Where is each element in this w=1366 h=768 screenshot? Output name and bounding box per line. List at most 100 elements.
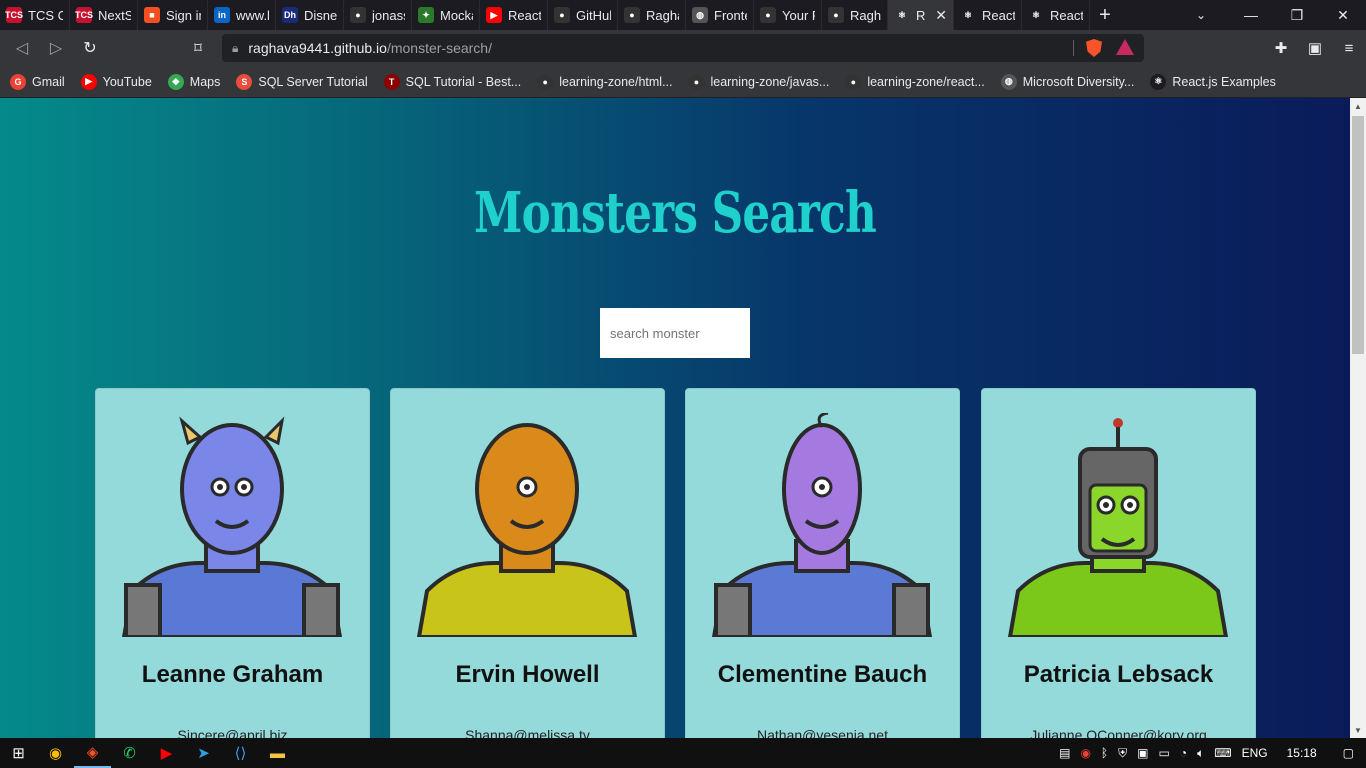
- browser-tab[interactable]: ⚛ React: [1022, 0, 1090, 30]
- github-icon: ●: [828, 7, 844, 23]
- tab-title: GitHub: [576, 7, 611, 23]
- reload-icon[interactable]: ↻: [74, 32, 106, 64]
- browser-tab[interactable]: ● jonass: [344, 0, 412, 30]
- menu-icon[interactable]: ≡: [1332, 30, 1366, 66]
- browser-tab[interactable]: ▶ React: [480, 0, 548, 30]
- monster-card: Patricia Lebsack Julianne.OConner@kory.or…: [981, 388, 1256, 738]
- whatsapp-icon[interactable]: ✆: [111, 738, 148, 768]
- monster-name: Patricia Lebsack: [1023, 661, 1214, 688]
- tcs-icon: TCS: [5, 7, 23, 23]
- monster-name: Leanne Graham: [141, 661, 324, 688]
- microsoft-icon: ■: [144, 7, 160, 23]
- notifications-icon[interactable]: ▢: [1331, 746, 1366, 760]
- browser-tab[interactable]: ● Ragha: [618, 0, 686, 30]
- bookmark-item[interactable]: ◆ Maps: [167, 73, 220, 90]
- bookmarks-bar: G Gmail ▶ YouTube ◆ Maps S SQL Server Tutorial T…: [0, 66, 1366, 98]
- browser-tab[interactable]: ⚛ Re ✕: [888, 0, 954, 30]
- address-bar[interactable]: 🔒︎ raghava9441.github.io/monster-search/: [222, 34, 1144, 62]
- monster-email: Shanna@melissa.tv: [465, 727, 590, 738]
- volume-icon[interactable]: 🔈︎: [1192, 746, 1209, 761]
- clock[interactable]: 15:18: [1273, 746, 1331, 760]
- browser-tab[interactable]: ● GitHub: [548, 0, 618, 30]
- monster-card: Clementine Bauch Nathan@yesenia.net: [685, 388, 960, 738]
- tab-title: Fronte: [714, 7, 747, 23]
- app-tray-icon[interactable]: ◉: [1075, 746, 1095, 760]
- bluetooth-icon[interactable]: ᛒ: [1096, 746, 1113, 760]
- bookmark-item[interactable]: G Gmail: [10, 73, 65, 90]
- bookmark-item[interactable]: T SQL Tutorial - Best...: [383, 73, 522, 90]
- bookmark-item[interactable]: ◍ Microsoft Diversity...: [1000, 73, 1134, 90]
- bookmark-label: SQL Tutorial - Best...: [405, 74, 522, 89]
- bookmark-item[interactable]: ⚛ React.js Examples: [1150, 73, 1276, 90]
- browser-tab[interactable]: TCS NextS: [70, 0, 138, 30]
- restore-icon[interactable]: ❐: [1274, 0, 1320, 30]
- browser-tab[interactable]: ● Ragha: [822, 0, 888, 30]
- scroll-thumb[interactable]: [1352, 116, 1364, 354]
- react-icon: ⚛: [1150, 73, 1167, 90]
- tab-title: Ragha: [850, 7, 881, 23]
- chrome-icon[interactable]: ◉: [37, 738, 74, 768]
- bookmark-item[interactable]: ● learning-zone/react...: [845, 73, 985, 90]
- close-window-icon[interactable]: ✕: [1320, 0, 1366, 30]
- language-indicator[interactable]: ENG: [1237, 746, 1273, 760]
- bookmark-label: learning-zone/react...: [867, 74, 985, 89]
- extensions-icon[interactable]: ✚: [1264, 30, 1298, 66]
- browser-tab[interactable]: in www.li: [208, 0, 276, 30]
- bookmark-item[interactable]: ● learning-zone/html...: [537, 73, 673, 90]
- brave-icon[interactable]: ◈: [74, 738, 111, 768]
- vscode-icon[interactable]: ⟨⟩: [222, 738, 259, 768]
- tab-strip: TCS TCS C TCS NextS ■ Sign in in www.li Dh Disney…: [0, 0, 1366, 30]
- globe-icon: ◍: [692, 7, 708, 23]
- tray-app-icon[interactable]: ▣: [1132, 746, 1153, 760]
- tab-title: jonass: [372, 7, 405, 23]
- telegram-icon[interactable]: ➤: [185, 738, 222, 768]
- youtube-icon[interactable]: ▶: [148, 738, 185, 768]
- tutorial-icon: T: [383, 73, 400, 90]
- browser-tab[interactable]: ⚛ React: [954, 0, 1022, 30]
- forward-icon[interactable]: ▷: [40, 32, 72, 64]
- linkedin-icon: in: [214, 7, 230, 23]
- keyboard-icon[interactable]: ⌨: [1209, 746, 1236, 760]
- google-icon: G: [10, 73, 26, 90]
- bookmark-item[interactable]: ▶ YouTube: [80, 73, 152, 90]
- page-scrollbar[interactable]: ▲ ▼: [1350, 98, 1366, 738]
- bookmark-icon[interactable]: ⌑: [188, 38, 208, 58]
- close-tab-icon[interactable]: ✕: [935, 7, 947, 24]
- search-input[interactable]: [600, 308, 750, 358]
- system-tray: ▤ ◉ ᛒ ⛨ ▣ ▭ ◔ 🔈︎ ⌨ ENG 15:18 ▢: [1054, 738, 1366, 768]
- minimize-icon[interactable]: —: [1228, 0, 1274, 30]
- browser-tab[interactable]: ■ Sign in: [138, 0, 208, 30]
- wallet-icon[interactable]: ▣: [1298, 30, 1332, 66]
- brave-shields-icon[interactable]: [1086, 39, 1102, 57]
- security-icon[interactable]: ⛨: [1113, 746, 1132, 761]
- github-icon: ●: [688, 73, 705, 90]
- browser-tab[interactable]: ◍ Fronte: [686, 0, 754, 30]
- bookmark-item[interactable]: ● learning-zone/javas...: [688, 73, 829, 90]
- browser-tab[interactable]: ● Your F: [754, 0, 822, 30]
- tcs-icon: TCS: [75, 7, 93, 23]
- file-explorer-icon[interactable]: ▬: [259, 738, 296, 768]
- windows-start-icon[interactable]: ⊞: [0, 738, 37, 768]
- brave-rewards-icon[interactable]: [1116, 39, 1134, 55]
- tab-title: Disney: [304, 7, 337, 23]
- browser-tab[interactable]: Dh Disney: [276, 0, 344, 30]
- github-icon: ●: [624, 7, 640, 23]
- scroll-up-icon[interactable]: ▲: [1350, 98, 1366, 114]
- browser-tab[interactable]: ✦ Mocka: [412, 0, 480, 30]
- page-title: Monsters Search: [474, 180, 877, 246]
- react-icon: ⚛: [894, 7, 910, 23]
- window-controls: — ❐ ✕: [1228, 0, 1366, 30]
- github-icon: ●: [350, 7, 366, 23]
- battery-icon[interactable]: ▭: [1153, 746, 1174, 760]
- bookmark-item[interactable]: S SQL Server Tutorial: [236, 73, 368, 90]
- wifi-icon[interactable]: ◔: [1175, 746, 1192, 760]
- browser-tab[interactable]: TCS TCS C: [0, 0, 70, 30]
- scroll-down-icon[interactable]: ▼: [1350, 722, 1366, 738]
- mockaroo-icon: ✦: [418, 7, 434, 23]
- back-icon[interactable]: ◁: [6, 32, 38, 64]
- tab-title: Ragha: [646, 7, 679, 23]
- tab-search-chevron-icon[interactable]: ⌄: [1186, 0, 1216, 30]
- tab-title: Sign in: [166, 7, 201, 23]
- new-tab-icon[interactable]: +: [1090, 0, 1120, 30]
- news-icon[interactable]: ▤: [1054, 746, 1075, 760]
